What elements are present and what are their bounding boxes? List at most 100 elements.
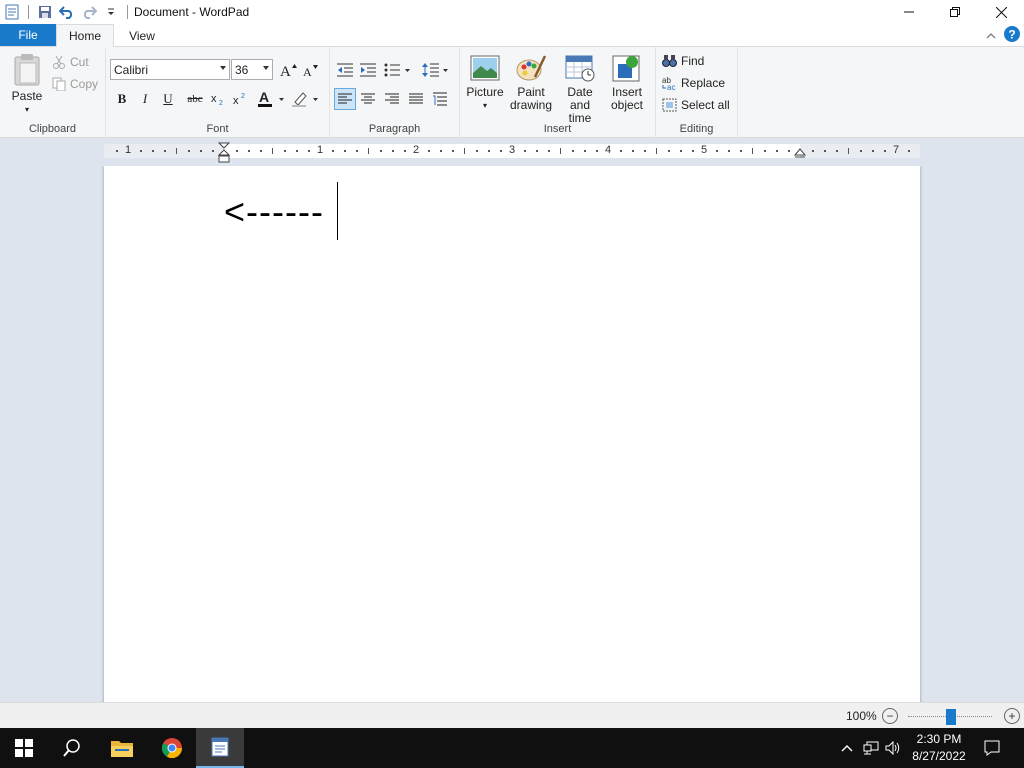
- grow-font-button[interactable]: A: [278, 59, 300, 81]
- start-button[interactable]: [0, 728, 48, 768]
- ruler-dot: [344, 150, 346, 152]
- align-right-button[interactable]: [381, 88, 403, 110]
- shrink-font-icon: A: [303, 65, 318, 78]
- taskbar-file-explorer[interactable]: [98, 728, 146, 768]
- paint-drawing-button[interactable]: Paint drawing: [508, 53, 554, 112]
- undo-icon[interactable]: [57, 2, 77, 22]
- paragraph-group: Paragraph: [330, 47, 460, 138]
- underline-button[interactable]: U: [157, 88, 179, 110]
- superscript-button[interactable]: x2: [230, 88, 252, 110]
- highlight-color-button[interactable]: [290, 88, 322, 110]
- picture-button[interactable]: Picture ▾: [466, 53, 504, 112]
- document-text[interactable]: <------: [224, 188, 324, 236]
- shrink-font-button[interactable]: A: [300, 59, 322, 81]
- date-time-button[interactable]: Date and time: [556, 53, 604, 125]
- text-color-button[interactable]: A: [256, 88, 288, 110]
- zoom-out-button[interactable]: −: [882, 708, 898, 724]
- cut-label: Cut: [70, 55, 89, 69]
- align-center-icon: [361, 93, 375, 104]
- line-spacing-button[interactable]: [420, 59, 452, 81]
- redo-icon[interactable]: [79, 2, 99, 22]
- ruler[interactable]: 1 1 2 3 4 5 7: [104, 142, 920, 163]
- indent-marker-icon[interactable]: [217, 142, 231, 164]
- document-page[interactable]: <------: [104, 166, 920, 702]
- ruler-dot: [716, 150, 718, 152]
- minimize-button[interactable]: [886, 0, 932, 24]
- ruler-tick: [368, 148, 369, 154]
- volume-button[interactable]: [882, 728, 904, 768]
- ruler-dot: [692, 150, 694, 152]
- strikethrough-button[interactable]: abc: [182, 88, 208, 110]
- editing-group: Find ab ac Replace Select all Editing: [656, 47, 738, 138]
- wordpad-app-icon[interactable]: [2, 2, 22, 22]
- ruler-number: 1: [125, 144, 132, 156]
- bullets-button[interactable]: [382, 59, 414, 81]
- svg-text:A: A: [303, 65, 312, 78]
- customize-qat-icon[interactable]: [101, 2, 121, 22]
- paste-button[interactable]: Paste ▾: [8, 53, 46, 116]
- bold-button[interactable]: B: [111, 88, 133, 110]
- svg-text:A: A: [280, 64, 291, 78]
- zoom-in-button[interactable]: +: [1004, 708, 1020, 724]
- ruler-dot: [428, 150, 430, 152]
- copy-button[interactable]: Copy: [52, 77, 98, 91]
- zoom-slider-thumb[interactable]: [946, 709, 956, 725]
- font-size-value: 36: [235, 62, 249, 77]
- ruler-dot: [488, 150, 490, 152]
- ruler-dot: [776, 150, 778, 152]
- italic-button[interactable]: I: [134, 88, 156, 110]
- right-indent-marker-icon[interactable]: [793, 148, 807, 158]
- justify-icon: [409, 93, 423, 104]
- ruler-number: 7: [893, 144, 900, 156]
- taskbar: 2:30 PM 8/27/2022: [0, 728, 1024, 768]
- cut-button[interactable]: Cut: [52, 55, 89, 69]
- find-label: Find: [681, 54, 705, 68]
- windows-logo-icon: [15, 739, 33, 757]
- align-right-icon: [385, 93, 399, 104]
- increase-indent-icon: [360, 63, 376, 77]
- qat-separator: [28, 5, 29, 19]
- increase-indent-button[interactable]: [357, 59, 379, 81]
- tab-view[interactable]: View: [114, 24, 170, 47]
- tab-file[interactable]: File: [0, 24, 56, 46]
- search-button[interactable]: [48, 728, 96, 768]
- network-button[interactable]: [860, 728, 882, 768]
- chevron-down-icon: [220, 66, 226, 70]
- align-center-button[interactable]: [357, 88, 379, 110]
- underline-icon: U: [163, 91, 173, 106]
- save-icon[interactable]: [35, 2, 55, 22]
- paragraph-dialog-button[interactable]: [429, 88, 451, 110]
- insert-group-label: Insert: [543, 123, 572, 135]
- ruler-dot: [572, 150, 574, 152]
- paint-palette-icon: [516, 55, 547, 81]
- taskbar-chrome[interactable]: [148, 728, 196, 768]
- decrease-indent-button[interactable]: [334, 59, 356, 81]
- font-family-select[interactable]: Calibri: [110, 59, 230, 80]
- clock-date: 8/27/2022: [912, 749, 966, 763]
- insert-object-button[interactable]: Insert object: [606, 53, 648, 112]
- ruler-dot: [404, 150, 406, 152]
- show-hidden-icons-button[interactable]: [836, 728, 858, 768]
- ruler-dot: [476, 150, 478, 152]
- paste-label: Paste: [11, 89, 43, 103]
- qat-separator-2: [127, 5, 128, 19]
- font-size-select[interactable]: 36: [231, 59, 273, 80]
- help-icon[interactable]: ?: [1004, 26, 1020, 45]
- close-button[interactable]: [978, 0, 1024, 24]
- align-left-button[interactable]: [334, 88, 356, 110]
- subscript-button[interactable]: x2: [208, 88, 230, 110]
- restore-button[interactable]: [932, 0, 978, 24]
- select-all-button[interactable]: Select all: [662, 98, 730, 112]
- replace-button[interactable]: ab ac Replace: [662, 76, 725, 90]
- taskbar-wordpad[interactable]: [196, 728, 244, 768]
- justify-button[interactable]: [405, 88, 427, 110]
- ruler-dot: [308, 150, 310, 152]
- tab-home[interactable]: Home: [56, 24, 114, 47]
- minimize-ribbon-icon[interactable]: [986, 29, 996, 43]
- ruler-dot: [536, 150, 538, 152]
- minus-icon: −: [886, 709, 894, 723]
- taskbar-clock[interactable]: 2:30 PM 8/27/2022: [904, 731, 974, 765]
- action-center-button[interactable]: [980, 728, 1004, 768]
- quick-access-toolbar: [0, 0, 134, 24]
- find-button[interactable]: Find: [662, 54, 704, 68]
